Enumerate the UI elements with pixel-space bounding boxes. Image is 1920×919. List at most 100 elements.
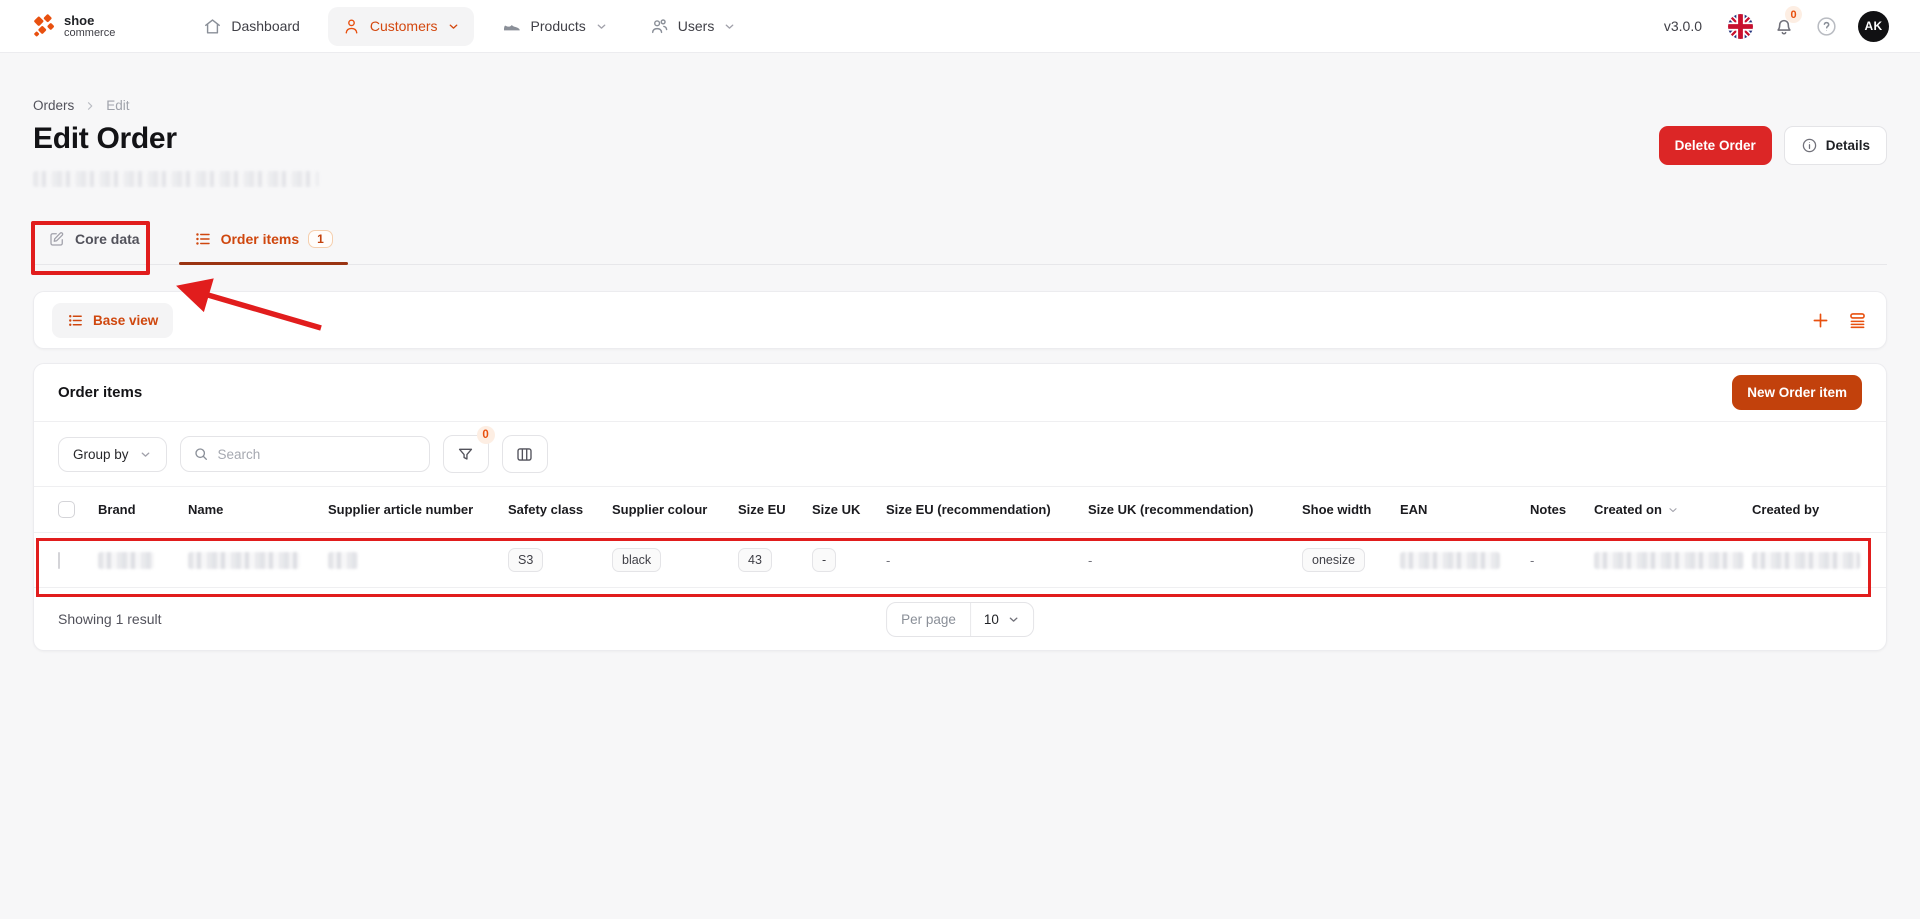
table-footer: Showing 1 result Per page 10 bbox=[34, 588, 1886, 650]
table-header-row: Brand Name Supplier article number Safet… bbox=[34, 486, 1886, 532]
cell-size-eu-recommendation: - bbox=[886, 552, 891, 568]
col-notes[interactable]: Notes bbox=[1530, 502, 1594, 517]
search-icon bbox=[193, 446, 209, 462]
nav-item-products[interactable]: Products bbox=[488, 6, 622, 46]
view-toolbar-actions bbox=[1810, 310, 1868, 331]
brand-name: shoe commerce bbox=[64, 12, 116, 39]
edit-pencil-icon bbox=[48, 230, 66, 248]
brand-logo-icon bbox=[31, 13, 57, 39]
language-flag-uk[interactable] bbox=[1728, 13, 1753, 39]
page-title-block: Edit Order bbox=[33, 113, 319, 187]
page-title: Edit Order bbox=[33, 122, 177, 155]
view-toolbar: Base view bbox=[33, 291, 1887, 349]
tab-bar: Core data Order items 1 bbox=[33, 217, 1887, 265]
col-size-uk-recommendation[interactable]: Size UK (recommendation) bbox=[1088, 502, 1302, 517]
tab-order-items-count-badge: 1 bbox=[308, 230, 333, 248]
breadcrumb: Orders Edit bbox=[33, 98, 1887, 113]
col-size-uk[interactable]: Size UK bbox=[812, 502, 886, 517]
cell-size-eu: 43 bbox=[738, 548, 772, 572]
users-icon bbox=[650, 17, 669, 36]
cell-created-on-redacted bbox=[1594, 551, 1744, 569]
col-created-on[interactable]: Created on bbox=[1594, 502, 1752, 517]
nav-label-customers: Customers bbox=[369, 18, 438, 34]
order-subtitle-redacted bbox=[33, 171, 319, 187]
help-button[interactable] bbox=[1815, 15, 1838, 38]
tab-order-items-label: Order items bbox=[220, 231, 300, 247]
nav-item-customers[interactable]: Customers bbox=[327, 6, 474, 46]
col-supplier-article-number[interactable]: Supplier article number bbox=[328, 502, 508, 517]
order-items-panel: Order items New Order item Group by Sear… bbox=[33, 363, 1887, 651]
app-version: v3.0.0 bbox=[1663, 18, 1702, 34]
per-page-label: Per page bbox=[887, 602, 971, 636]
columns-button[interactable] bbox=[501, 435, 548, 473]
header-actions: Delete Order Details bbox=[1658, 126, 1887, 165]
breadcrumb-edit: Edit bbox=[106, 98, 130, 113]
base-view-label: Base view bbox=[93, 312, 159, 328]
col-size-eu-recommendation[interactable]: Size EU (recommendation) bbox=[886, 502, 1088, 517]
cell-brand-redacted bbox=[98, 551, 154, 569]
row-checkbox[interactable] bbox=[58, 551, 60, 569]
details-button[interactable]: Details bbox=[1783, 126, 1887, 165]
tab-core-data[interactable]: Core data bbox=[33, 217, 155, 264]
col-created-by[interactable]: Created by bbox=[1752, 502, 1862, 517]
cell-ean-redacted bbox=[1400, 551, 1500, 569]
info-icon bbox=[1801, 137, 1818, 154]
search-box bbox=[179, 436, 430, 472]
breadcrumb-orders[interactable]: Orders bbox=[33, 98, 74, 113]
nav-label-users: Users bbox=[677, 18, 715, 34]
filter-button[interactable]: 0 bbox=[442, 426, 495, 473]
panel-header: Order items New Order item bbox=[34, 364, 1886, 422]
person-icon bbox=[342, 17, 361, 36]
question-mark-icon bbox=[1815, 15, 1838, 38]
brand-logo[interactable]: shoe commerce bbox=[31, 13, 115, 39]
new-order-item-button[interactable]: New Order item bbox=[1732, 375, 1862, 410]
panel-title: Order items bbox=[58, 384, 143, 401]
base-view-button[interactable]: Base view bbox=[52, 302, 174, 338]
filter-count-badge: 0 bbox=[476, 426, 495, 444]
cell-supplier-article-number-redacted bbox=[328, 551, 358, 569]
list-icon bbox=[194, 230, 212, 248]
nav-item-dashboard[interactable]: Dashboard bbox=[189, 7, 314, 46]
row-density-button[interactable] bbox=[1847, 310, 1868, 331]
page-header: Edit Order Delete Order Details bbox=[33, 113, 1887, 187]
group-by-label: Group by bbox=[73, 446, 129, 462]
results-summary: Showing 1 result bbox=[58, 611, 162, 627]
col-supplier-colour[interactable]: Supplier colour bbox=[612, 502, 738, 517]
per-page-selector[interactable]: Per page 10 bbox=[886, 601, 1034, 637]
col-name[interactable]: Name bbox=[188, 502, 328, 517]
col-created-on-label: Created on bbox=[1594, 502, 1662, 517]
user-avatar[interactable]: AK bbox=[1858, 10, 1889, 42]
notifications-badge: 0 bbox=[1785, 6, 1802, 23]
delete-order-button[interactable]: Delete Order bbox=[1658, 126, 1772, 165]
top-navbar: shoe commerce Dashboard Customers Produc… bbox=[0, 0, 1920, 53]
home-icon bbox=[203, 17, 222, 36]
table-controls: Group by 0 bbox=[34, 422, 1886, 486]
chevron-down-icon bbox=[1007, 613, 1020, 626]
add-view-button[interactable] bbox=[1810, 310, 1831, 331]
col-shoe-width[interactable]: Shoe width bbox=[1302, 502, 1400, 517]
chevron-down-icon bbox=[447, 20, 460, 33]
cell-size-uk-recommendation: - bbox=[1088, 552, 1093, 568]
group-by-dropdown[interactable]: Group by bbox=[58, 436, 167, 472]
shoe-icon bbox=[502, 16, 522, 36]
notifications-button[interactable]: 0 bbox=[1773, 6, 1802, 37]
sort-chevron-icon bbox=[1667, 504, 1679, 516]
col-ean[interactable]: EAN bbox=[1400, 502, 1530, 517]
cell-safety-class: S3 bbox=[508, 548, 544, 572]
col-size-eu[interactable]: Size EU bbox=[738, 502, 812, 517]
search-input[interactable] bbox=[217, 446, 417, 462]
tab-order-items[interactable]: Order items 1 bbox=[178, 217, 349, 265]
select-all-checkbox[interactable] bbox=[58, 501, 75, 518]
col-brand[interactable]: Brand bbox=[98, 502, 188, 517]
list-icon bbox=[67, 312, 84, 329]
chevron-down-icon bbox=[139, 448, 152, 461]
table-row[interactable]: S3 black 43 - - - onesize - bbox=[34, 532, 1886, 588]
breadcrumb-separator-icon bbox=[84, 100, 96, 112]
cell-supplier-colour: black bbox=[612, 548, 662, 572]
main-nav: Dashboard Customers Products Users bbox=[189, 6, 750, 46]
col-safety-class[interactable]: Safety class bbox=[508, 502, 612, 517]
page-content: Orders Edit Edit Order Delete Order Deta… bbox=[0, 98, 1920, 651]
nav-item-users[interactable]: Users bbox=[636, 7, 751, 46]
details-label: Details bbox=[1825, 138, 1870, 153]
nav-label-products: Products bbox=[530, 18, 586, 34]
